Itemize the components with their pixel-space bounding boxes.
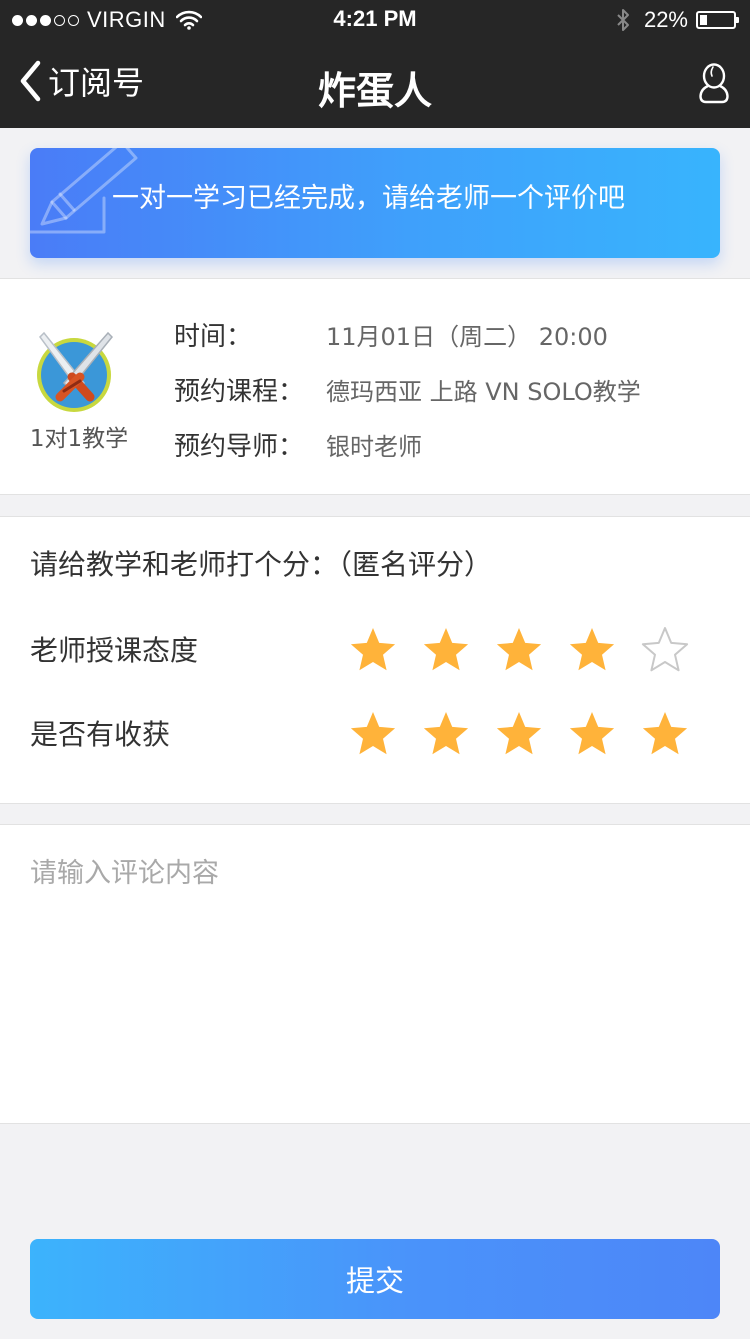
info-value: 11月01日（周二） 20:00: [326, 323, 608, 351]
star-rating[interactable]: [348, 625, 690, 675]
battery-icon: [696, 11, 739, 29]
course-info-card: 1对1教学 时间： 11月01日（周二） 20:00 预约课程： 德玛西亚 上路…: [0, 278, 750, 495]
course-type-label: 1对1教学: [29, 426, 129, 452]
rating-row-attitude: 老师授课态度: [0, 619, 750, 679]
info-label: 预约课程：: [174, 377, 305, 407]
rating-title: 请给教学和老师打个分：（匿名评分）: [30, 548, 493, 581]
crossed-swords-icon: [37, 331, 114, 412]
page-title: 炸蛋人: [317, 69, 432, 113]
profile-button[interactable]: [698, 62, 730, 108]
battery-percent: 22%: [643, 7, 688, 32]
banner-text: 一对一学习已经完成，请给老师一个评价吧: [112, 183, 625, 214]
rating-label: 老师授课态度: [30, 634, 199, 667]
nav-bar: 订阅号 炸蛋人: [0, 40, 750, 128]
info-label: 预约导师：: [174, 432, 305, 462]
status-bar: VIRGIN 4:21 PM 22%: [0, 0, 750, 40]
status-right: 22%: [616, 7, 739, 33]
star-filled-icon[interactable]: [494, 625, 544, 675]
star-filled-icon[interactable]: [348, 625, 398, 675]
info-value: 银时老师: [326, 433, 422, 461]
bluetooth-icon: [617, 9, 629, 31]
star-filled-icon[interactable]: [421, 709, 471, 759]
submit-button[interactable]: 提交: [30, 1239, 720, 1319]
star-filled-icon[interactable]: [567, 625, 617, 675]
star-filled-icon[interactable]: [640, 709, 690, 759]
evaluation-banner: 一对一学习已经完成，请给老师一个评价吧: [30, 148, 720, 258]
battery-fill: [700, 15, 707, 25]
star-filled-icon[interactable]: [421, 625, 471, 675]
rating-row-gain: 是否有收获: [0, 703, 750, 763]
comment-input[interactable]: [0, 825, 750, 1123]
rating-label: 是否有收获: [30, 718, 171, 751]
star-filled-icon[interactable]: [567, 709, 617, 759]
comment-card: [0, 824, 750, 1124]
star-empty-icon[interactable]: [640, 625, 690, 675]
info-row-course: 预约课程： 德玛西亚 上路 VN SOLO教学: [174, 371, 641, 408]
info-value: 德玛西亚 上路 VN SOLO教学: [326, 378, 641, 406]
info-row-time: 时间： 11月01日（周二） 20:00: [174, 316, 608, 353]
star-rating[interactable]: [348, 709, 690, 759]
info-row-tutor: 预约导师： 银时老师: [174, 426, 422, 463]
star-filled-icon[interactable]: [494, 709, 544, 759]
star-filled-icon[interactable]: [348, 709, 398, 759]
info-label: 时间：: [174, 322, 253, 352]
user-icon: [699, 63, 729, 104]
rating-card: 请给教学和老师打个分：（匿名评分） 老师授课态度 是否有收获: [0, 516, 750, 804]
